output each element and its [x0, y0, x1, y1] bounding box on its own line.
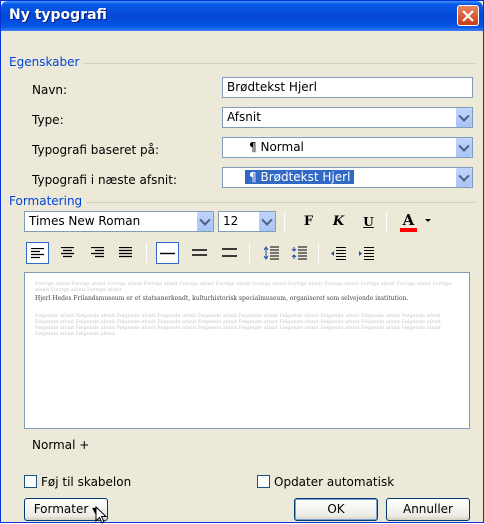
toolbar-separator — [284, 212, 285, 232]
naeste-value: Brødtekst Hjerl — [260, 170, 351, 184]
align-center-button[interactable] — [56, 242, 79, 264]
double-spacing-button[interactable] — [218, 242, 241, 264]
naeste-label: Typografi i næste afsnit: — [32, 173, 178, 187]
chevron-down-icon[interactable] — [258, 212, 275, 231]
chevron-down-icon[interactable] — [455, 168, 472, 187]
align-right-icon — [91, 246, 104, 258]
italic-button[interactable]: K — [327, 211, 350, 233]
chevron-down-icon[interactable] — [455, 138, 472, 157]
decrease-spacing-button[interactable] — [287, 242, 310, 264]
type-select[interactable]: Afsnit — [222, 107, 473, 128]
one-half-spacing-button[interactable] — [188, 242, 211, 264]
one-half-spacing-icon — [192, 249, 207, 256]
naeste-select[interactable]: ¶ Brødtekst Hjerl — [222, 167, 473, 188]
align-center-icon — [61, 246, 74, 258]
single-spacing-icon — [160, 252, 175, 255]
title-bar[interactable]: Ny typografi — [1, 1, 483, 31]
font-color-bar — [400, 228, 417, 232]
add-to-template-label[interactable]: Føj til skabelon — [41, 475, 131, 489]
close-icon — [462, 10, 474, 22]
decrease-indent-icon — [330, 247, 346, 260]
chevron-down-icon[interactable] — [455, 108, 472, 127]
justify-button[interactable] — [114, 242, 137, 264]
size-select[interactable]: 12 — [218, 211, 276, 232]
increase-indent-button[interactable] — [354, 242, 377, 264]
auto-update-label[interactable]: Opdater automatisk — [274, 475, 394, 489]
align-left-button[interactable] — [26, 242, 49, 264]
toolbar-separator — [386, 212, 387, 232]
type-label: Type: — [32, 113, 64, 127]
decrease-indent-button[interactable] — [326, 242, 349, 264]
font-color-button[interactable]: A — [397, 209, 420, 232]
font-value: Times New Roman — [29, 214, 141, 228]
size-value: 12 — [223, 214, 239, 228]
baseret-label: Typografi baseret på: — [32, 143, 159, 157]
preview-following-paragraph: Følgende afsnit Følgende afsnit Følgende… — [35, 313, 441, 337]
ok-button[interactable]: OK — [294, 498, 378, 521]
pilcrow-icon: ¶ — [249, 170, 257, 184]
pilcrow-icon: ¶ — [249, 140, 257, 154]
egenskaber-group-label: Egenskaber — [9, 55, 84, 69]
space-before-decrease-icon — [291, 246, 307, 260]
increase-indent-icon — [358, 247, 374, 260]
preview-sample-text: Hjerl Hedes Frilandsmuseum er et statsan… — [35, 295, 409, 302]
increase-spacing-button[interactable] — [259, 242, 282, 264]
formatering-group-label: Formatering — [9, 194, 87, 208]
underline-button[interactable]: U — [357, 211, 380, 233]
navn-input[interactable]: Brødtekst Hjerl — [222, 77, 473, 98]
single-spacing-button[interactable] — [156, 242, 179, 264]
dialog-title: Ny typografi — [9, 7, 107, 23]
justify-icon — [119, 246, 132, 258]
type-value: Afsnit — [227, 110, 261, 124]
style-preview: Forrige afsnit Forrige afsnit Forrige af… — [24, 272, 470, 429]
double-spacing-icon — [222, 248, 237, 257]
bold-button[interactable]: F — [297, 211, 320, 233]
toolbar-separator — [249, 243, 250, 263]
baseret-select[interactable]: ¶ Normal — [222, 137, 473, 158]
style-description: Normal + — [32, 438, 90, 452]
close-button[interactable] — [457, 5, 479, 26]
space-before-increase-icon — [263, 246, 279, 260]
format-button-label: Formater — [33, 502, 89, 516]
font-color-dropdown-icon[interactable] — [425, 219, 431, 222]
navn-label: Navn: — [32, 83, 68, 97]
align-right-button[interactable] — [86, 242, 109, 264]
naeste-selected: ¶ Brødtekst Hjerl — [243, 169, 356, 185]
auto-update-checkbox[interactable] — [257, 475, 270, 488]
add-to-template-checkbox[interactable] — [24, 475, 37, 488]
toolbar-separator — [146, 243, 147, 263]
cancel-button[interactable]: Annuller — [386, 498, 470, 521]
align-left-icon — [31, 247, 44, 259]
font-select[interactable]: Times New Roman — [24, 211, 214, 232]
chevron-down-icon[interactable] — [196, 212, 213, 231]
baseret-value: Normal — [260, 140, 304, 154]
preview-previous-paragraph: Forrige afsnit Forrige afsnit Forrige af… — [35, 281, 452, 293]
mouse-cursor-icon — [95, 506, 107, 524]
font-color-icon: A — [402, 211, 415, 229]
toolbar-separator — [318, 243, 319, 263]
dialog-window: Ny typografi Egenskaber Navn: Brødtekst … — [0, 0, 484, 524]
